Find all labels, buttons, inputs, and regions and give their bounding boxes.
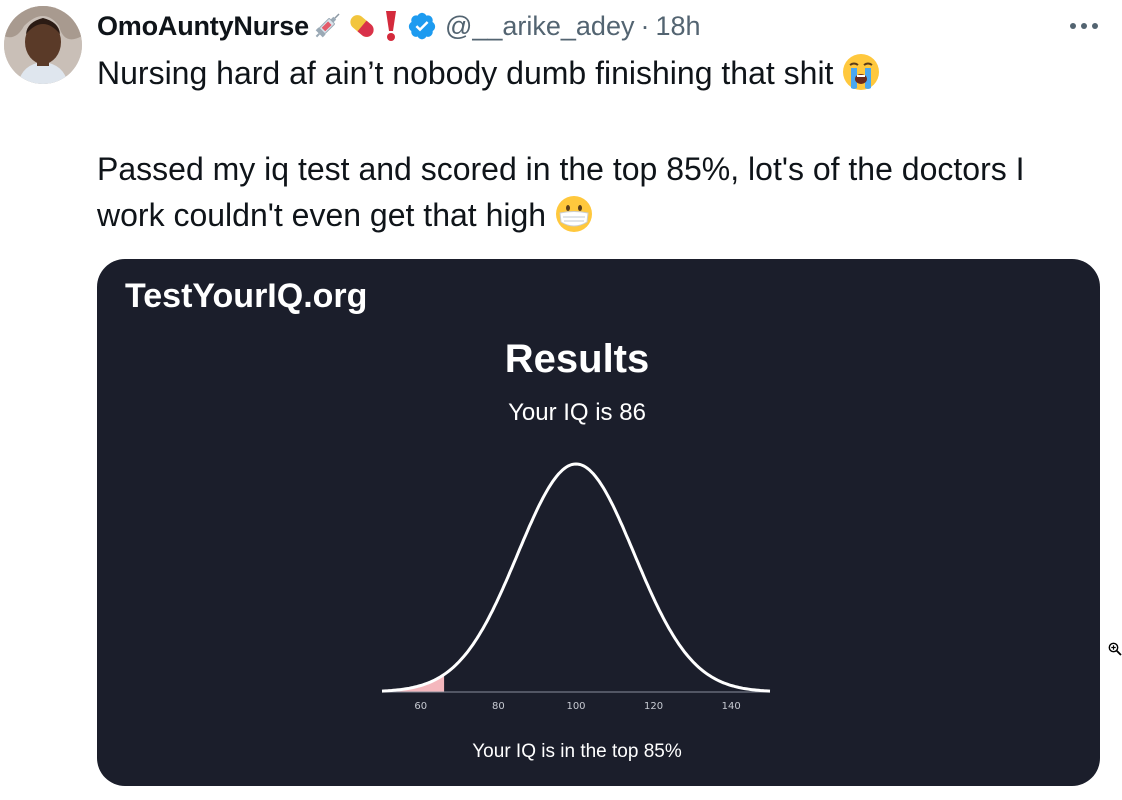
tweet-header: OmoAuntyNurse @__arike_adey · 18h xyxy=(97,6,701,46)
separator-dot: · xyxy=(640,10,650,41)
pill-icon xyxy=(345,9,379,43)
handle[interactable]: @__arike_adey xyxy=(445,11,635,42)
x-tick-label: 120 xyxy=(644,701,663,712)
tweet-text-line-3: work couldn't even get that high xyxy=(97,192,1097,246)
avatar[interactable] xyxy=(4,6,82,84)
percentile-text: Your IQ is in the top 85% xyxy=(472,741,682,762)
bell-curve-chart: 60 80 100 120 140 xyxy=(381,462,771,712)
x-tick-label: 140 xyxy=(722,701,741,712)
mask-face-icon xyxy=(554,194,594,246)
zoom-icon xyxy=(1108,642,1122,656)
x-tick-label: 100 xyxy=(566,701,585,712)
crying-face-icon xyxy=(841,52,881,104)
avatar-image xyxy=(4,6,82,84)
x-tick-label: 80 xyxy=(492,701,505,712)
x-tick-label: 60 xyxy=(414,701,427,712)
tweet-text-line-1: Nursing hard af ain’t nobody dumb finish… xyxy=(97,50,1097,104)
syringe-icon xyxy=(311,10,343,42)
more-icon xyxy=(1070,23,1098,29)
bell-curve-line xyxy=(381,462,771,693)
media-card[interactable]: TestYourIQ.org Results Your IQ is 86 60 8… xyxy=(97,259,1100,786)
tweet-text-line-2: Passed my iq test and scored in the top … xyxy=(97,151,1025,187)
timestamp[interactable]: 18h xyxy=(655,11,700,42)
tweet-text-part: Nursing hard af ain’t nobody dumb finish… xyxy=(97,55,834,91)
display-name[interactable]: OmoAuntyNurse xyxy=(97,11,309,42)
tweet-text-part: work couldn't even get that high xyxy=(97,197,547,233)
verified-badge-icon xyxy=(407,11,437,41)
exclamation-icon xyxy=(381,9,401,43)
zoom-button[interactable] xyxy=(1108,642,1122,661)
more-button[interactable] xyxy=(1066,14,1102,38)
